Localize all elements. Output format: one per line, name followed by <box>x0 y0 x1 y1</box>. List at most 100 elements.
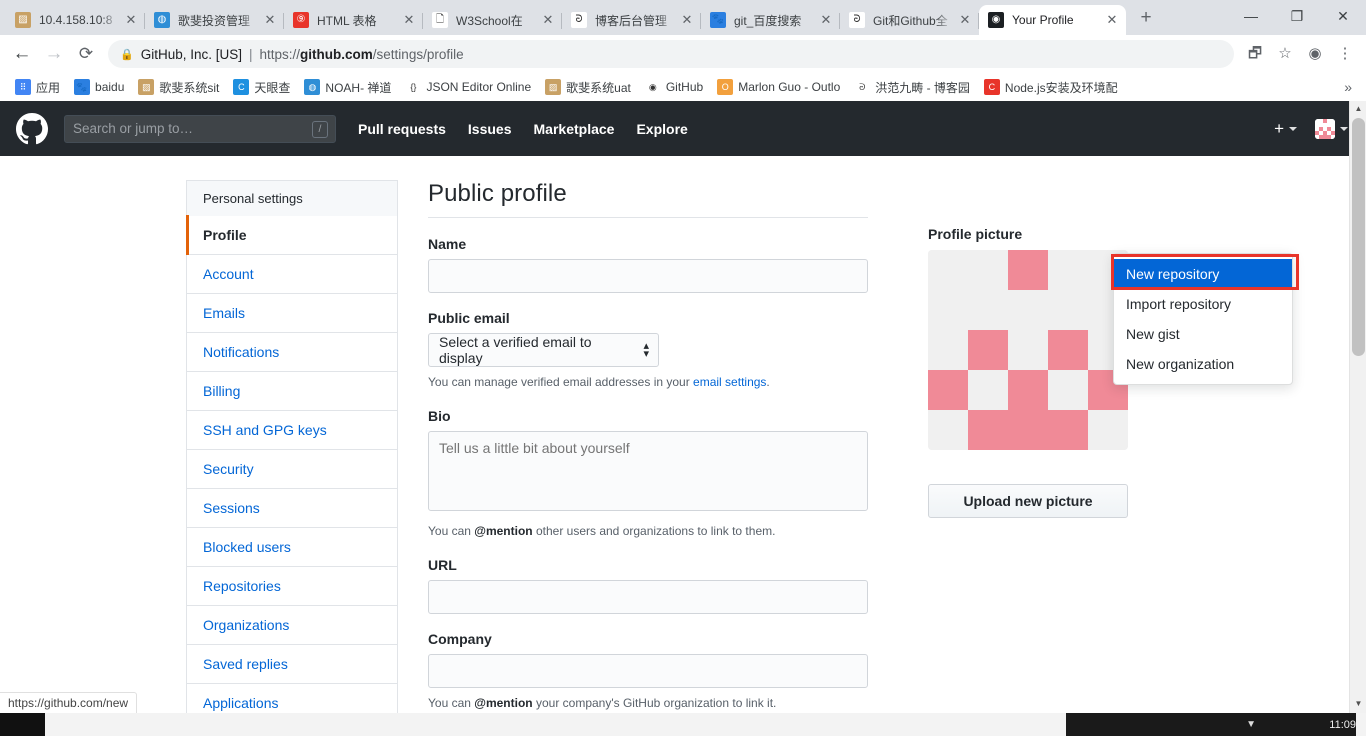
new-tab-button[interactable]: + <box>1132 5 1160 33</box>
forward-button[interactable]: → <box>38 38 70 70</box>
bookmark-label: NOAH- 禅道 <box>325 80 392 95</box>
address-bar[interactable]: 🔒 GitHub, Inc. [US] | https:// github.co… <box>108 40 1234 68</box>
bookmark-item[interactable]: ◉ GitHub <box>638 77 710 97</box>
bookmark-item[interactable]: ◍ NOAH- 禅道 <box>297 77 398 98</box>
profile-avatar-icon[interactable]: ◉ <box>1300 39 1330 69</box>
bookmarks-overflow-button[interactable]: » <box>1344 79 1358 95</box>
identicon-cell <box>928 370 968 410</box>
tab-close-icon[interactable]: ✕ <box>818 12 834 28</box>
sidebar-item-organizations[interactable]: Organizations <box>187 606 397 645</box>
bookmark-item[interactable]: ᘒ 洪范九畴 - 博客园 <box>847 77 977 98</box>
name-input[interactable] <box>428 259 868 293</box>
browser-tab[interactable]: ▨ 10.4.158.10:8 ✕ <box>6 5 145 35</box>
tray-icon[interactable]: ▼ <box>1246 719 1256 730</box>
search-input[interactable]: Search or jump to… / <box>64 114 336 143</box>
bookmark-label: JSON Editor Online <box>426 80 532 94</box>
email-settings-link[interactable]: email settings <box>693 375 766 389</box>
sidebar-item-saved-replies[interactable]: Saved replies <box>187 645 397 684</box>
name-field-group: Name <box>428 236 868 293</box>
tab-title: Git和Github全 <box>873 13 948 28</box>
translate-icon[interactable]: 🗗 <box>1240 39 1270 69</box>
generic-page-icon: ▨ <box>545 79 562 95</box>
identicon-cell <box>928 330 968 370</box>
tab-close-icon[interactable]: ✕ <box>540 12 556 28</box>
page-scrollbar[interactable]: ▲ ▼ <box>1349 101 1366 713</box>
sidebar-item-account[interactable]: Account <box>187 255 397 294</box>
back-button[interactable]: ← <box>6 38 38 70</box>
bookmark-item[interactable]: O Marlon Guo - Outlo <box>710 77 847 97</box>
browser-tab[interactable]: 🐾 git_百度搜索 ✕ <box>701 5 840 35</box>
github-mark-icon[interactable] <box>16 112 48 145</box>
scroll-down-arrow-icon[interactable]: ▼ <box>1350 696 1366 713</box>
dropdown-item-new-gist[interactable]: New gist <box>1114 319 1292 349</box>
tab-close-icon[interactable]: ✕ <box>1104 12 1120 28</box>
tab-close-icon[interactable]: ✕ <box>401 12 417 28</box>
reload-button[interactable]: ⟳ <box>70 38 102 70</box>
browser-tab[interactable]: ⑨ HTML 表格 ✕ <box>284 5 423 35</box>
maximize-button[interactable]: ❐ <box>1274 0 1320 33</box>
sidebar-item-label: Organizations <box>203 617 290 633</box>
tab-close-icon[interactable]: ✕ <box>123 12 139 28</box>
browser-tab[interactable]: ᘒ Git和Github全 ✕ <box>840 5 979 35</box>
sidebar-item-applications[interactable]: Applications <box>187 684 397 713</box>
nav-issues[interactable]: Issues <box>468 121 512 137</box>
bookmark-item[interactable]: ⠿ 应用 <box>8 77 67 98</box>
browser-tab[interactable]: 🗋 W3School在 ✕ <box>423 5 562 35</box>
bookmark-item[interactable]: ▨ 歌斐系统uat <box>538 77 638 98</box>
sidebar-item-label: Blocked users <box>203 539 291 555</box>
url-scheme: https:// <box>259 46 301 62</box>
bookmark-item[interactable]: C 天眼查 <box>226 77 297 98</box>
profile-identicon[interactable] <box>928 250 1128 450</box>
sidebar-item-profile[interactable]: Profile <box>186 215 397 255</box>
sidebar-item-emails[interactable]: Emails <box>187 294 397 333</box>
public-email-selected-value: Select a verified email to display <box>439 334 592 366</box>
bookmark-star-icon[interactable]: ☆ <box>1270 39 1300 69</box>
close-window-button[interactable]: ✕ <box>1320 0 1366 33</box>
status-bar-url: https://github.com/new <box>0 692 138 713</box>
dropdown-item-new-repository[interactable]: New repository <box>1114 259 1292 289</box>
bio-textarea[interactable] <box>428 431 868 511</box>
company-input[interactable] <box>428 654 868 688</box>
tab-strip: ▨ 10.4.158.10:8 ✕ ◍ 歌斐投资管理 ✕ ⑨ HTML 表格 ✕ 🗋 W3Schoo… <box>0 0 1366 35</box>
sidebar-item-ssh-and-gpg-keys[interactable]: SSH and GPG keys <box>187 411 397 450</box>
tab-close-icon[interactable]: ✕ <box>957 12 973 28</box>
sidebar-item-security[interactable]: Security <box>187 450 397 489</box>
browser-tab[interactable]: ◍ 歌斐投资管理 ✕ <box>145 5 284 35</box>
avatar-cell <box>1331 134 1335 139</box>
create-new-button[interactable]: + <box>1274 120 1297 137</box>
nav-pull-requests[interactable]: Pull requests <box>358 121 446 137</box>
dropdown-item-import-repository[interactable]: Import repository <box>1114 289 1292 319</box>
sidebar-item-billing[interactable]: Billing <box>187 372 397 411</box>
sidebar-item-repositories[interactable]: Repositories <box>187 567 397 606</box>
sidebar-item-blocked-users[interactable]: Blocked users <box>187 528 397 567</box>
nav-explore[interactable]: Explore <box>636 121 687 137</box>
dropdown-item-new-organization[interactable]: New organization <box>1114 349 1292 379</box>
upload-new-picture-button[interactable]: Upload new picture <box>928 484 1128 518</box>
bio-field-group: Bio You can @mention other users and org… <box>428 408 868 540</box>
company-hint: You can @mention your company's GitHub o… <box>428 695 868 712</box>
chevron-down-icon <box>1340 126 1348 131</box>
taskbar-apps-segment[interactable] <box>45 713 1066 736</box>
scroll-up-arrow-icon[interactable]: ▲ <box>1350 101 1366 118</box>
sidebar-item-notifications[interactable]: Notifications <box>187 333 397 372</box>
tab-close-icon[interactable]: ✕ <box>262 12 278 28</box>
bookmark-item[interactable]: C Node.js安装及环境配 <box>977 77 1125 98</box>
github-header-right: + <box>1274 118 1348 139</box>
public-email-select[interactable]: Select a verified email to display ▴ ▾ <box>428 333 659 367</box>
browser-tab[interactable]: ᘒ 博客后台管理 ✕ <box>562 5 701 35</box>
nav-marketplace[interactable]: Marketplace <box>534 121 615 137</box>
bookmark-item[interactable]: {} JSON Editor Online <box>398 77 538 97</box>
browser-tab[interactable]: ◉ Your Profile ✕ <box>979 5 1126 35</box>
bookmark-item[interactable]: ▨ 歌斐系统sit <box>131 77 226 98</box>
user-avatar-button[interactable] <box>1315 118 1348 139</box>
tab-close-icon[interactable]: ✕ <box>679 12 695 28</box>
url-input[interactable] <box>428 580 868 614</box>
scrollbar-thumb[interactable] <box>1352 118 1365 356</box>
minimize-button[interactable]: — <box>1228 0 1274 33</box>
sidebar-heading: Personal settings <box>186 180 398 216</box>
chrome-menu-icon[interactable]: ⋮ <box>1330 39 1360 69</box>
sidebar-item-sessions[interactable]: Sessions <box>187 489 397 528</box>
profile-picture-label: Profile picture <box>928 226 1023 242</box>
bookmark-item[interactable]: 🐾 baidu <box>67 77 131 97</box>
taskbar-start-segment[interactable] <box>0 713 45 736</box>
